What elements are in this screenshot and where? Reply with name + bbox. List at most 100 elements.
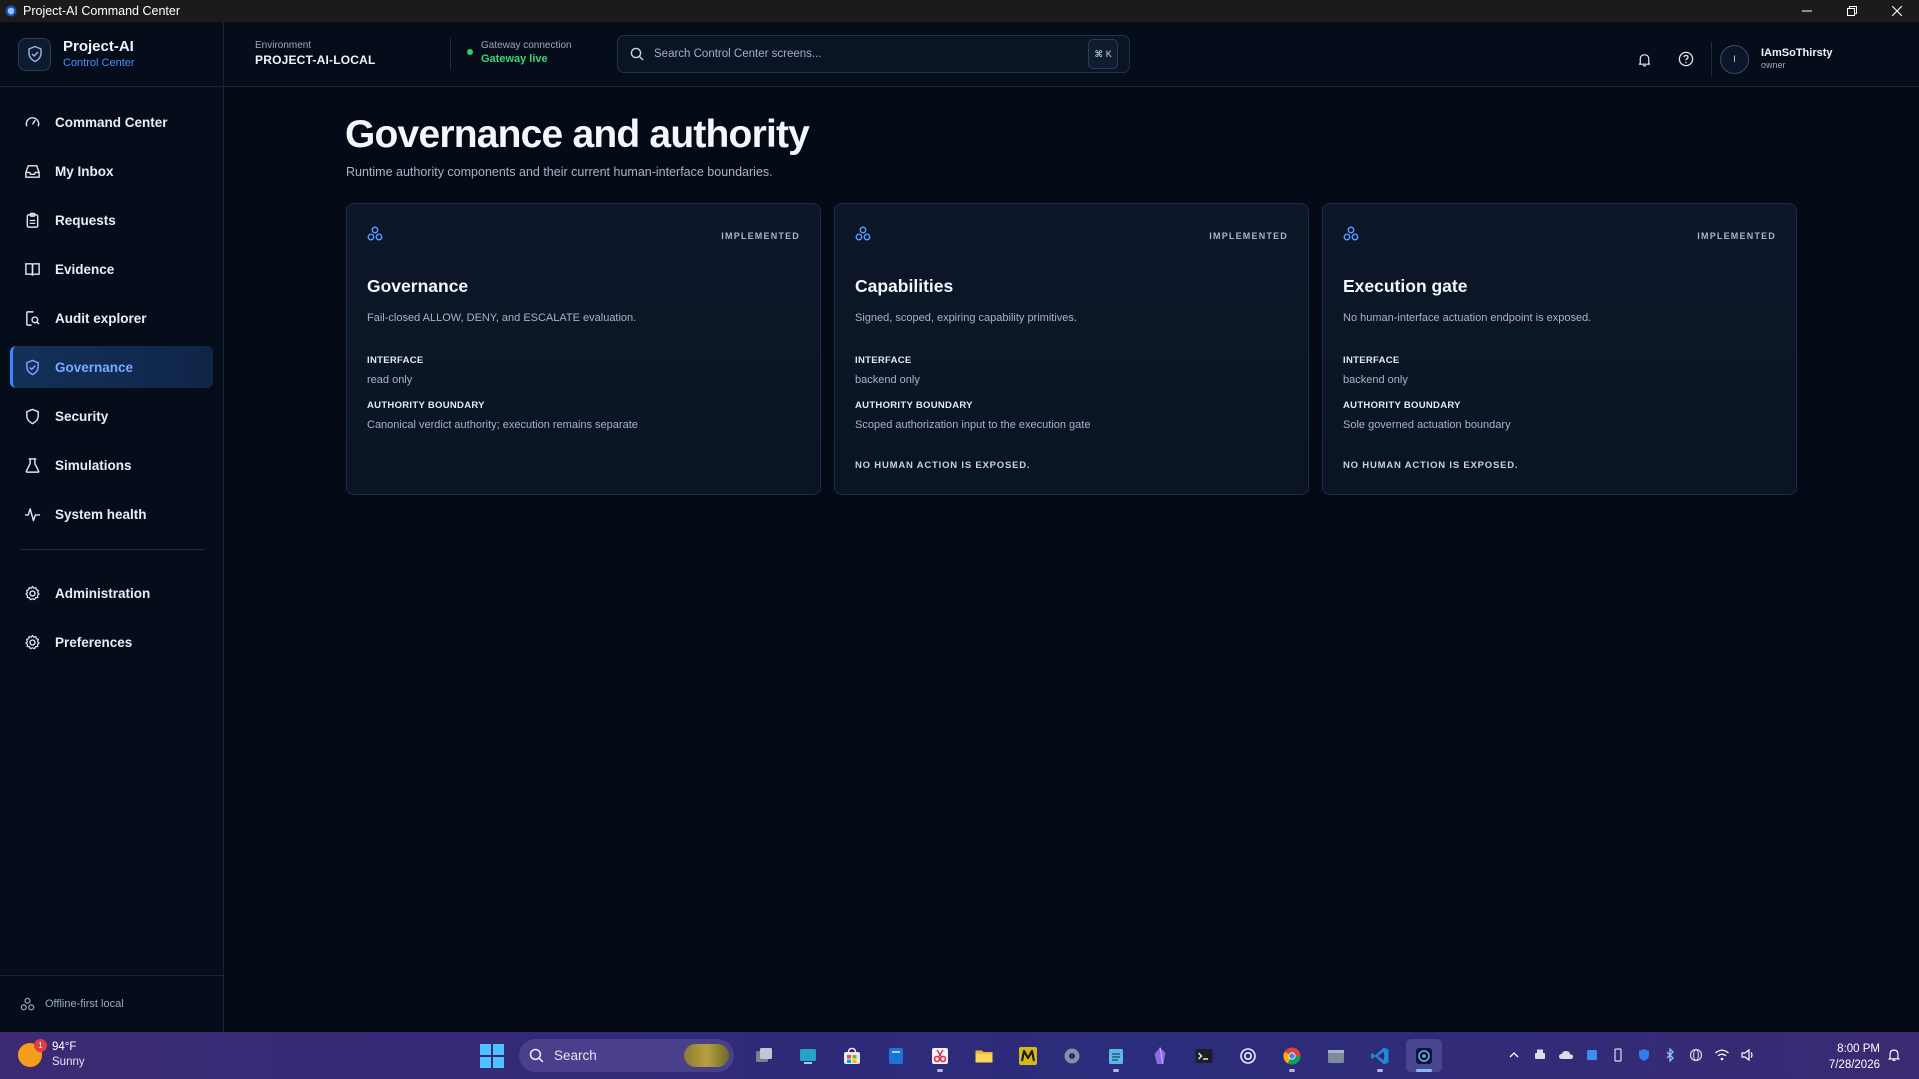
sidebar-item-label: Requests	[55, 212, 116, 228]
clock-time: 8:00 PM	[1837, 1043, 1880, 1055]
taskbar-app-file-explorer[interactable]	[966, 1039, 1002, 1072]
human-action-note: NO HUMAN ACTION IS EXPOSED.	[1343, 460, 1519, 471]
cloud-icon[interactable]	[1557, 1046, 1575, 1064]
m-logo-icon	[1019, 1046, 1037, 1065]
book-icon	[23, 260, 41, 278]
taskbar-app-m[interactable]	[1010, 1039, 1046, 1072]
authority-boundary-label: AUTHORITY BOUNDARY	[1343, 400, 1461, 411]
notifications-button[interactable]	[1631, 46, 1657, 72]
sidebar-item-system-health[interactable]: System health	[10, 493, 213, 535]
sun-icon: 1	[18, 1039, 47, 1067]
sidebar-item-administration[interactable]: Administration	[10, 572, 213, 614]
authority-boundary-label: AUTHORITY BOUNDARY	[855, 400, 973, 411]
header-divider	[450, 38, 451, 70]
running-indicator	[1416, 1069, 1432, 1072]
authority-boundary-label: AUTHORITY BOUNDARY	[367, 400, 485, 411]
gateway-status: Gateway connection Gateway live	[467, 40, 572, 67]
notification-center-button[interactable]	[1887, 1047, 1901, 1062]
sidebar-item-evidence[interactable]: Evidence	[10, 248, 213, 290]
sidebar-item-label: System health	[55, 506, 147, 522]
taskbar-app-settings[interactable]	[1054, 1039, 1090, 1072]
sidebar-item-my-inbox[interactable]: My Inbox	[10, 150, 213, 192]
taskbar-app-store[interactable]	[834, 1039, 870, 1072]
minimize-button[interactable]	[1784, 0, 1829, 22]
sidebar-item-simulations[interactable]: Simulations	[10, 444, 213, 486]
environment-label: Environment	[255, 40, 312, 51]
help-button[interactable]	[1673, 46, 1699, 72]
sidebar-item-label: Command Center	[55, 114, 168, 130]
gear-icon	[1064, 1048, 1080, 1063]
taskbar-app-chrome[interactable]	[1274, 1039, 1310, 1072]
status-dot-icon	[467, 49, 473, 55]
gateway-label: Gateway connection	[481, 40, 572, 51]
taskbar-app-terminal[interactable]	[1186, 1039, 1222, 1072]
search-box[interactable]: ⌘ K	[617, 35, 1130, 73]
security-tray-icon[interactable]	[1583, 1046, 1601, 1064]
weather-widget[interactable]: 1 94°F Sunny	[18, 1039, 85, 1070]
taskbar-app-notepad[interactable]	[1098, 1039, 1134, 1072]
taskbar-search[interactable]: Search	[519, 1039, 734, 1072]
inbox-icon	[23, 162, 41, 180]
sidebar-item-command-center[interactable]: Command Center	[10, 101, 213, 143]
sidebar-item-audit-explorer[interactable]: Audit explorer	[10, 297, 213, 339]
sidebar-item-requests[interactable]: Requests	[10, 199, 213, 241]
sidebar-item-preferences[interactable]: Preferences	[10, 621, 213, 663]
store-icon	[844, 1047, 860, 1064]
brand[interactable]: Project-AI Control Center	[0, 22, 223, 87]
taskbar-app-explorer-window[interactable]	[1318, 1039, 1354, 1072]
authority-cards: IMPLEMENTED Governance Fail-closed ALLOW…	[346, 203, 1810, 495]
sidebar-divider	[20, 549, 205, 550]
avatar[interactable]: I	[1720, 44, 1749, 74]
start-button[interactable]	[479, 1043, 505, 1069]
usb-icon[interactable]	[1609, 1046, 1627, 1064]
taskbar-app-widgets[interactable]	[790, 1039, 826, 1072]
taskbar-app-vscode[interactable]	[1362, 1039, 1398, 1072]
clipboard-icon	[23, 211, 41, 229]
sidebar-item-security[interactable]: Security	[10, 395, 213, 437]
taskbar-app-notes[interactable]	[878, 1039, 914, 1072]
globe-icon[interactable]	[1687, 1046, 1705, 1064]
sidebar-item-label: Governance	[55, 359, 134, 375]
sidebar-item-governance[interactable]: Governance	[10, 346, 213, 388]
close-button[interactable]	[1874, 0, 1919, 22]
authority-boundary-value: Scoped authorization input to the execut…	[855, 419, 1091, 431]
interface-value: read only	[367, 374, 413, 386]
chevron-up-icon[interactable]	[1505, 1046, 1523, 1064]
user-role: owner	[1761, 60, 1786, 70]
top-header: Environment PROJECT-AI-LOCAL Gateway con…	[224, 22, 1919, 87]
wifi-icon[interactable]	[1713, 1046, 1731, 1064]
terminal-icon	[1195, 1048, 1213, 1063]
taskbar-app-obsidian[interactable]	[1142, 1039, 1178, 1072]
printer-icon[interactable]	[1531, 1046, 1549, 1064]
bluetooth-icon[interactable]	[1661, 1046, 1679, 1064]
taskbar-app-chatgpt[interactable]	[1230, 1039, 1266, 1072]
weather-alert-badge: 1	[34, 1039, 47, 1052]
running-indicator	[1377, 1069, 1383, 1072]
restore-button[interactable]	[1829, 0, 1874, 22]
header-divider	[1711, 42, 1712, 76]
user-name: IAmSoThirsty	[1761, 47, 1833, 59]
environment-indicator[interactable]: Environment PROJECT-AI-LOCAL	[255, 40, 376, 68]
crystal-icon	[1154, 1046, 1166, 1064]
brand-subtitle: Control Center	[63, 57, 135, 69]
search-icon	[630, 47, 644, 61]
volume-icon[interactable]	[1739, 1046, 1757, 1064]
shield-logo-icon	[18, 37, 51, 71]
defender-icon[interactable]	[1635, 1046, 1653, 1064]
book-icon	[889, 1047, 903, 1064]
sidebar-item-label: Simulations	[55, 457, 132, 473]
taskbar-app-snipping[interactable]	[922, 1039, 958, 1072]
card-description: Fail-closed ALLOW, DENY, and ESCALATE ev…	[367, 312, 637, 324]
task-view-button[interactable]	[746, 1039, 782, 1072]
chatgpt-icon	[1240, 1047, 1256, 1064]
main-content: Governance and authority Runtime authori…	[224, 87, 1919, 1032]
taskbar-app-project-ai[interactable]	[1406, 1039, 1442, 1072]
governance-card: IMPLEMENTED Governance Fail-closed ALLOW…	[346, 203, 821, 495]
gauge-icon	[23, 113, 41, 131]
user-menu[interactable]: IAmSoThirsty owner	[1761, 47, 1833, 71]
system-clock[interactable]: 8:00 PM 7/28/2026	[1810, 1041, 1880, 1073]
audit-search-icon	[23, 309, 41, 327]
authority-boundary-value: Canonical verdict authority; execution r…	[367, 419, 638, 431]
interface-value: backend only	[1343, 374, 1408, 386]
search-input[interactable]	[654, 48, 1088, 60]
